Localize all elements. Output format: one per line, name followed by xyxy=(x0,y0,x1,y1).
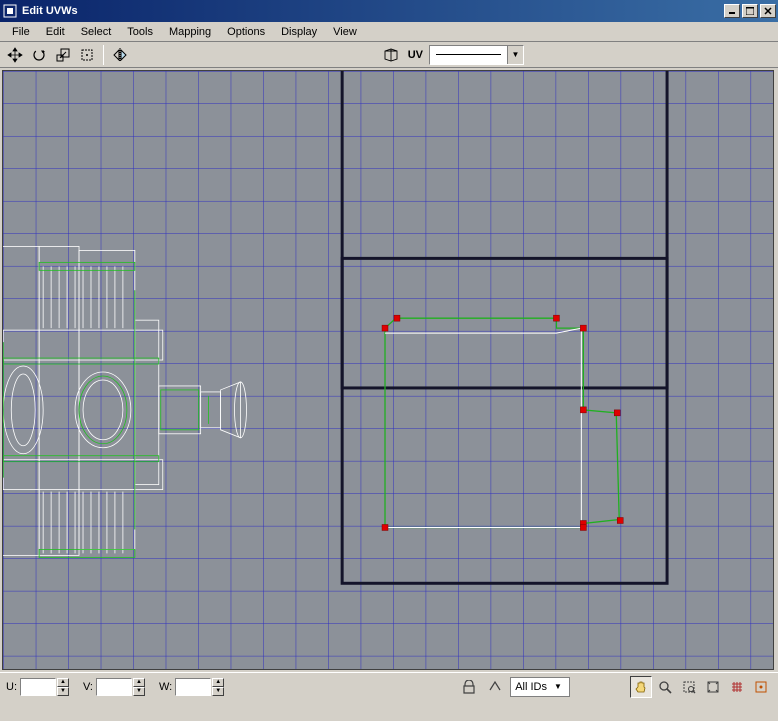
window-title: Edit UVWs xyxy=(22,5,724,17)
scale-tool-icon[interactable] xyxy=(52,44,74,66)
zoom-extents-icon[interactable] xyxy=(702,676,724,698)
menu-file[interactable]: File xyxy=(4,24,38,40)
toolbar: UV ▼ xyxy=(0,42,778,68)
texture-dropdown[interactable]: ▼ xyxy=(429,45,524,65)
maximize-button[interactable] xyxy=(742,4,758,18)
w-input[interactable] xyxy=(175,678,211,696)
v-label: V: xyxy=(83,681,93,693)
menu-tools[interactable]: Tools xyxy=(119,24,161,40)
freeform-tool-icon[interactable] xyxy=(76,44,98,66)
u-down-icon[interactable]: ▼ xyxy=(57,687,69,696)
v-up-icon[interactable]: ▲ xyxy=(133,678,145,687)
menu-view[interactable]: View xyxy=(325,24,365,40)
menu-mapping[interactable]: Mapping xyxy=(161,24,219,40)
w-label: W: xyxy=(159,681,172,693)
menu-select[interactable]: Select xyxy=(73,24,120,40)
lock-selection-icon[interactable] xyxy=(458,676,480,698)
app-icon xyxy=(2,3,18,19)
uv-label: UV xyxy=(408,49,423,61)
u-input[interactable] xyxy=(20,678,56,696)
rotate-tool-icon[interactable] xyxy=(28,44,50,66)
w-down-icon[interactable]: ▼ xyxy=(212,687,224,696)
menu-edit[interactable]: Edit xyxy=(38,24,73,40)
snap-toggle-icon[interactable] xyxy=(726,676,748,698)
mirror-tool-icon[interactable] xyxy=(109,44,131,66)
titlebar: Edit UVWs xyxy=(0,0,778,22)
u-spinner: U: ▲▼ xyxy=(6,678,69,696)
viewport-canvas xyxy=(3,71,773,669)
v-down-icon[interactable]: ▼ xyxy=(133,687,145,696)
texture-checker-icon[interactable] xyxy=(380,44,402,66)
zoom-region-icon[interactable] xyxy=(678,676,700,698)
menubar: File Edit Select Tools Mapping Options D… xyxy=(0,22,778,42)
material-ids-dropdown[interactable]: All IDs ▼ xyxy=(510,677,570,697)
close-button[interactable] xyxy=(760,4,776,18)
statusbar: U: ▲▼ V: ▲▼ W: ▲▼ All IDs ▼ xyxy=(0,672,778,700)
pan-tool-icon[interactable] xyxy=(630,676,652,698)
ids-selected-label: All IDs xyxy=(515,681,547,693)
minimize-button[interactable] xyxy=(724,4,740,18)
filter-selected-icon[interactable] xyxy=(484,676,506,698)
move-tool-icon[interactable] xyxy=(4,44,26,66)
menu-display[interactable]: Display xyxy=(273,24,325,40)
u-label: U: xyxy=(6,681,17,693)
zoom-tool-icon[interactable] xyxy=(654,676,676,698)
v-spinner: V: ▲▼ xyxy=(83,678,145,696)
u-up-icon[interactable]: ▲ xyxy=(57,678,69,687)
uv-viewport[interactable] xyxy=(2,70,774,670)
window-controls xyxy=(724,4,776,18)
w-up-icon[interactable]: ▲ xyxy=(212,678,224,687)
v-input[interactable] xyxy=(96,678,132,696)
options-icon[interactable] xyxy=(750,676,772,698)
menu-options[interactable]: Options xyxy=(219,24,273,40)
w-spinner: W: ▲▼ xyxy=(159,678,224,696)
